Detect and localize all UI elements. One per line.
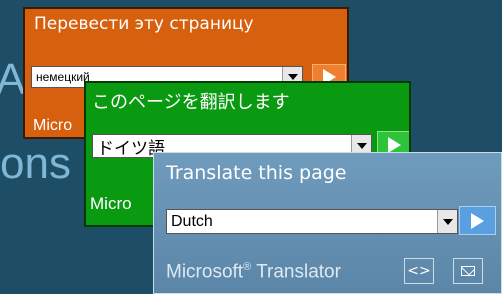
envelope-icon — [461, 266, 475, 276]
chevron-down-icon[interactable] — [437, 210, 457, 233]
code-brackets-icon: <> — [407, 263, 431, 279]
language-select-value: Dutch — [171, 212, 213, 230]
widget-title: Translate this page — [166, 162, 347, 184]
background-text-a: A — [0, 55, 26, 104]
play-arrow-icon — [387, 137, 401, 153]
footer-brand: Microsoft® Translator — [166, 261, 341, 283]
widget-title: このページを翻訳します — [92, 92, 290, 113]
registered-mark: ® — [243, 261, 252, 273]
email-button[interactable] — [453, 258, 483, 284]
background-text-ons: ons — [0, 139, 71, 188]
translate-go-button[interactable] — [459, 206, 496, 235]
play-arrow-icon — [471, 212, 484, 229]
product-name: Translator — [256, 261, 341, 283]
language-select[interactable]: Dutch — [166, 209, 458, 234]
footer-brand: Micro — [90, 194, 132, 213]
widget-title: Перевести эту страницу — [34, 14, 254, 34]
footer-brand: Micro — [33, 117, 73, 134]
embed-code-button[interactable]: <> — [404, 258, 434, 284]
brand-name: Microsoft — [166, 261, 244, 283]
translator-widget-english: Translate this page Dutch Microsoft® Tra… — [153, 152, 502, 294]
